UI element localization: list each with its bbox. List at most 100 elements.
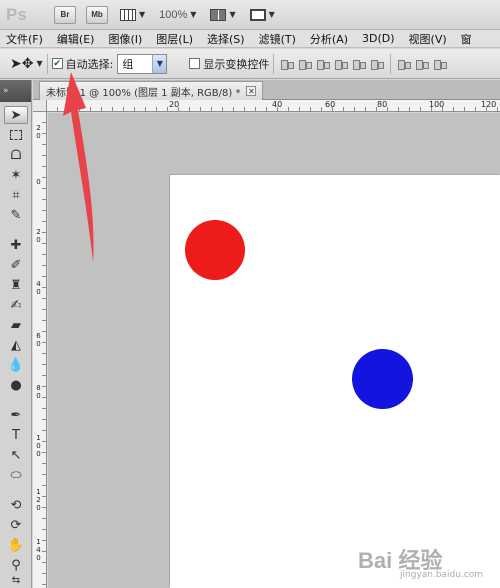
watermark-url: jingyan.baidu.com <box>400 570 484 580</box>
menu-3d[interactable]: 3D(D) <box>362 32 395 45</box>
menu-analysis[interactable]: 分析(A) <box>310 31 348 47</box>
document-title: 未标题-1 @ 100% (图层 1 副本, RGB/8) * <box>46 87 241 99</box>
menu-image[interactable]: 图像(I) <box>108 31 142 47</box>
ruler-label: 100 <box>429 100 445 109</box>
menu-bar: 文件(F) 编辑(E) 图像(I) 图层(L) 选择(S) 滤镜(T) 分析(A… <box>0 30 500 48</box>
hand-icon[interactable]: ✋ <box>4 536 28 554</box>
pen-icon[interactable]: ✒ <box>4 406 28 424</box>
auto-select-target-value: 组 <box>122 57 134 71</box>
history-brush-icon[interactable]: ✍ <box>4 296 28 314</box>
menu-file[interactable]: 文件(F) <box>6 31 43 47</box>
chevron-down-icon: ▼ <box>190 10 197 19</box>
vertical-ruler[interactable]: 20 0 20 40 60 80 100 120 140 <box>33 112 47 588</box>
ruler-label: 60 <box>325 100 336 109</box>
menu-select[interactable]: 选择(S) <box>207 31 245 47</box>
divider <box>46 53 48 74</box>
document-tab-bar: 未标题-1 @ 100% (图层 1 副本, RGB/8) * ✕ <box>33 80 500 100</box>
zoom-level: 100% <box>159 8 188 21</box>
3d-orbit-icon[interactable]: ⟳ <box>4 516 28 534</box>
mini-bridge-button[interactable]: Mb <box>86 5 108 24</box>
type-icon[interactable]: T <box>4 426 28 444</box>
crop-icon[interactable]: ⌗ <box>4 186 28 204</box>
document-tab[interactable]: 未标题-1 @ 100% (图层 1 副本, RGB/8) * ✕ <box>39 81 264 100</box>
view-extras-icon <box>120 8 136 21</box>
dodge-icon[interactable]: ● <box>4 376 28 394</box>
paint-bucket-icon[interactable]: ◭ <box>4 336 28 354</box>
brush-icon[interactable]: ✐ <box>4 256 28 274</box>
screen-mode-dropdown[interactable]: ▼ <box>249 8 275 21</box>
ellipse-shape-icon[interactable]: ⬭ <box>4 466 28 484</box>
path-selection-icon[interactable]: ↖ <box>4 446 28 464</box>
blue-circle-layer[interactable] <box>352 349 413 409</box>
ruler-label: 80 <box>377 100 388 109</box>
ruler-label: 40 <box>272 100 283 109</box>
distribute-vertical-centers-icon[interactable] <box>415 57 430 71</box>
application-bar: Ps Br Mb ▼ 100% ▼ ▼ ▼ <box>0 0 500 30</box>
ruler-label: 20 <box>36 228 41 244</box>
tool-preset-picker[interactable]: ➤✥ ▼ <box>10 56 43 72</box>
ruler-origin[interactable] <box>33 100 47 112</box>
rectangular-marquee-icon[interactable] <box>4 126 28 144</box>
spot-healing-brush-icon[interactable]: ✚ <box>4 236 28 254</box>
zoom-level-dropdown[interactable]: 100% ▼ <box>159 9 196 21</box>
screen-mode-icon <box>249 8 266 21</box>
ruler-label: 60 <box>36 332 41 348</box>
distribute-bottom-edges-icon[interactable] <box>433 57 448 71</box>
distribute-top-edges-icon[interactable] <box>397 57 412 71</box>
close-icon[interactable]: ✕ <box>246 86 257 96</box>
chevron-down-icon: ▼ <box>152 54 167 73</box>
horizontal-ruler[interactable]: 0 20 40 60 80 100 120 <box>47 100 500 112</box>
blur-icon[interactable]: 💧 <box>4 356 28 374</box>
ruler-label: 120 <box>481 100 497 109</box>
align-right-edges-icon[interactable] <box>370 57 385 71</box>
swap-colors-icon[interactable]: ⇆ <box>4 574 28 586</box>
menu-edit[interactable]: 编辑(E) <box>57 31 95 47</box>
ruler-label: 0 <box>69 100 75 109</box>
lasso-icon[interactable]: ᗝ <box>4 146 28 164</box>
show-transform-controls-label: 显示变换控件 <box>203 57 270 71</box>
chevron-down-icon: ▼ <box>36 59 43 68</box>
arrange-documents-icon <box>210 8 227 21</box>
auto-select-label: 自动选择: <box>65 57 114 71</box>
chevron-down-icon: ▼ <box>268 10 275 19</box>
align-bottom-edges-icon[interactable] <box>316 57 331 71</box>
3d-rotate-icon[interactable]: ⟲ <box>4 496 28 514</box>
auto-select-target-dropdown[interactable]: 组 ▼ <box>117 53 168 74</box>
chevron-down-icon: ▼ <box>229 10 236 19</box>
tool-options-bar: ➤✥ ▼ ✔ 自动选择: 组 ▼ 显示变换控件 <box>0 49 500 79</box>
show-transform-controls-checkbox[interactable] <box>189 58 201 69</box>
clone-stamp-icon[interactable]: ♜ <box>4 276 28 294</box>
move-tool-icon[interactable]: ➤ <box>4 106 28 124</box>
ruler-label: 80 <box>36 384 41 400</box>
menu-filter[interactable]: 滤镜(T) <box>259 31 296 47</box>
divider <box>273 53 275 74</box>
eraser-icon[interactable]: ▰ <box>4 316 28 334</box>
eyedropper-icon[interactable]: ✎ <box>4 206 28 224</box>
ruler-label: 120 <box>36 488 41 512</box>
magic-wand-icon[interactable]: ✶ <box>4 166 28 184</box>
align-left-edges-icon[interactable] <box>334 57 349 71</box>
red-circle-layer[interactable] <box>185 220 245 280</box>
ruler-label: 100 <box>36 434 41 458</box>
align-top-edges-icon[interactable] <box>280 57 295 71</box>
move-tool-icon: ➤✥ <box>10 55 34 72</box>
auto-select-checkbox[interactable]: ✔ <box>51 58 63 69</box>
document-canvas[interactable] <box>170 175 500 588</box>
zoom-icon[interactable]: ⚲ <box>4 556 28 574</box>
ruler-label: 20 <box>169 100 180 109</box>
arrange-documents-dropdown[interactable]: ▼ <box>210 8 236 21</box>
menu-window[interactable]: 窗 <box>461 31 472 47</box>
ruler-label: 0 <box>36 178 41 186</box>
menu-layer[interactable]: 图层(L) <box>156 31 193 47</box>
tools-panel-collapse[interactable]: » <box>0 80 31 102</box>
ruler-label: 140 <box>36 538 41 562</box>
align-horizontal-centers-icon[interactable] <box>352 57 367 71</box>
chevron-down-icon: ▼ <box>139 10 146 19</box>
ruler-label: 40 <box>36 280 41 296</box>
menu-view[interactable]: 视图(V) <box>409 31 447 47</box>
ruler-label: 20 <box>36 124 41 140</box>
photoshop-logo: Ps <box>6 4 27 24</box>
bridge-button[interactable]: Br <box>54 5 76 24</box>
view-extras-dropdown[interactable]: ▼ <box>120 8 146 21</box>
align-vertical-centers-icon[interactable] <box>298 57 313 71</box>
